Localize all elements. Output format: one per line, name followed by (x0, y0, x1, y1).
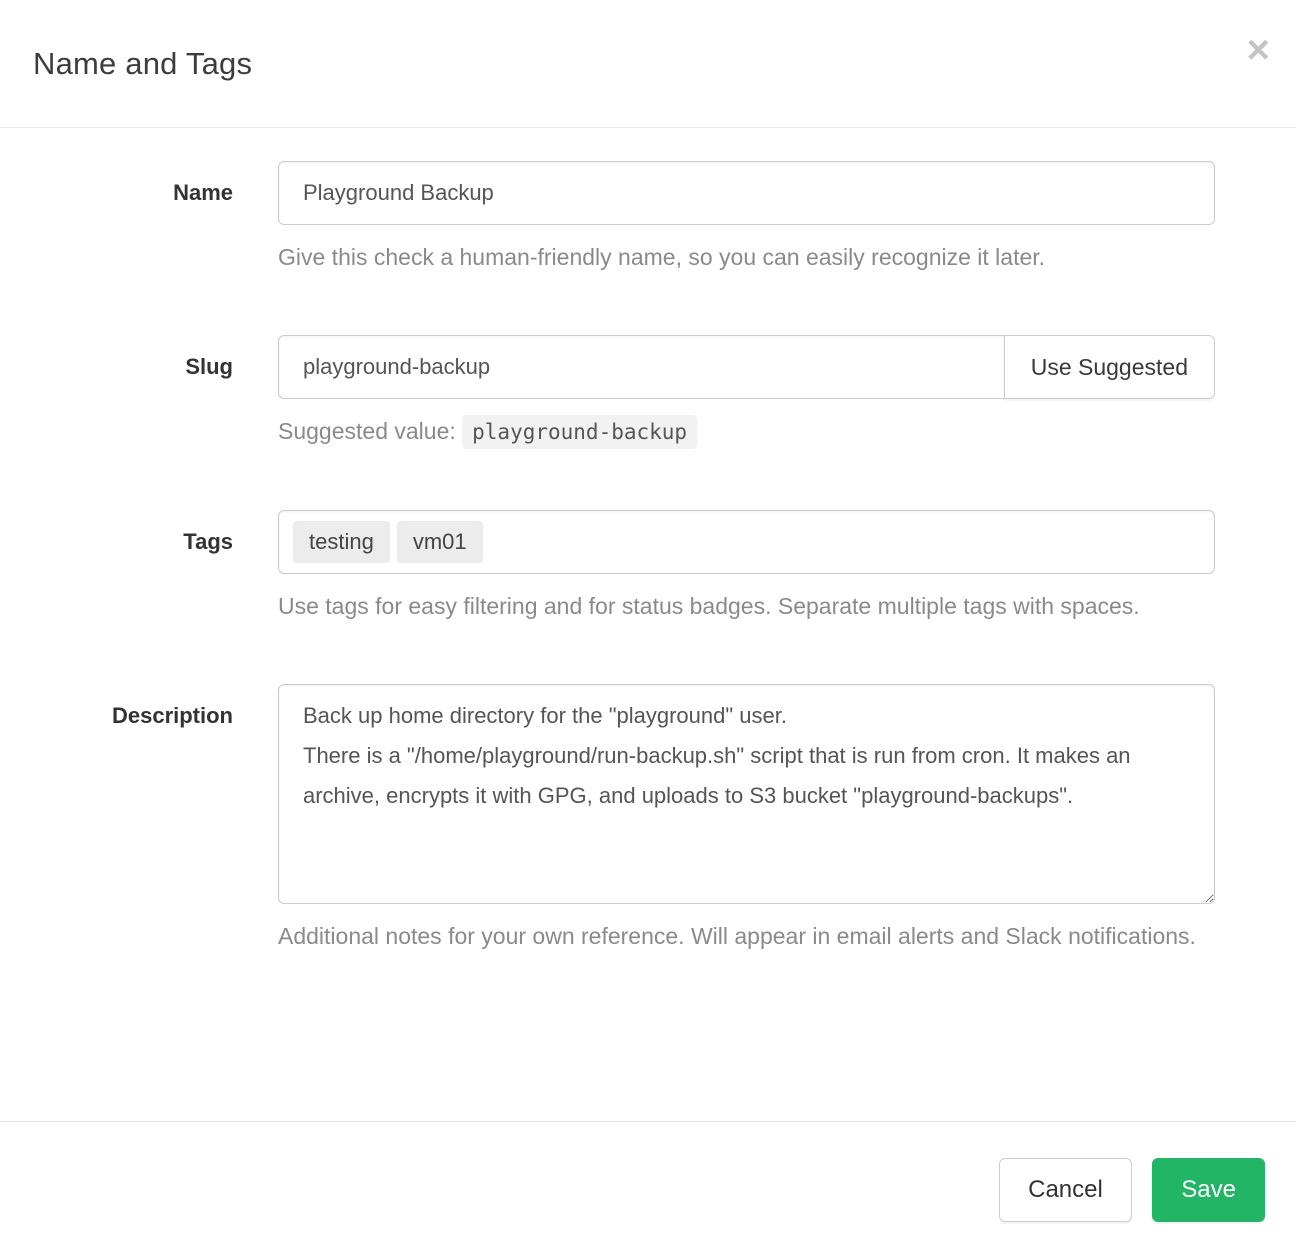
save-button[interactable]: Save (1152, 1158, 1265, 1222)
name-form-group: Name Give this check a human-friendly na… (33, 161, 1215, 277)
description-form-group: Description Back up home directory for t… (33, 684, 1215, 956)
tags-form-group: Tags testing vm01 Use tags for easy filt… (33, 510, 1215, 626)
tag-chip-testing[interactable]: testing (293, 521, 390, 563)
slug-controls: Use Suggested Suggested value: playgroun… (278, 335, 1215, 452)
dialog-header: Name and Tags × (0, 0, 1296, 128)
dialog-title: Name and Tags (33, 46, 1263, 82)
slug-form-group: Slug Use Suggested Suggested value: play… (33, 335, 1215, 452)
description-textarea[interactable]: Back up home directory for the "playgrou… (278, 684, 1215, 904)
slug-label: Slug (33, 335, 278, 382)
slug-help-text: Suggested value: playground-backup (278, 411, 1215, 452)
name-and-tags-dialog: Name and Tags × Name Give this check a h… (0, 0, 1296, 1254)
description-help-text: Additional notes for your own reference.… (278, 916, 1215, 956)
suggested-value-code: playground-backup (462, 415, 697, 449)
tags-controls: testing vm01 Use tags for easy filtering… (278, 510, 1215, 626)
name-help-text: Give this check a human-friendly name, s… (278, 237, 1215, 277)
suggested-value-prefix: Suggested value: (278, 418, 462, 444)
name-label: Name (33, 161, 278, 208)
name-input[interactable] (278, 161, 1215, 225)
tags-help-text: Use tags for easy filtering and for stat… (278, 586, 1215, 626)
slug-input[interactable] (278, 335, 1005, 399)
description-label: Description (33, 684, 278, 731)
tags-label: Tags (33, 510, 278, 557)
dialog-footer: Cancel Save (0, 1121, 1296, 1254)
tag-chip-vm01[interactable]: vm01 (397, 521, 483, 563)
dialog-body: Name Give this check a human-friendly na… (0, 128, 1296, 1121)
use-suggested-button[interactable]: Use Suggested (1004, 335, 1215, 399)
cancel-button[interactable]: Cancel (999, 1158, 1132, 1222)
close-icon[interactable]: × (1247, 30, 1270, 70)
slug-input-group: Use Suggested (278, 335, 1215, 399)
name-controls: Give this check a human-friendly name, s… (278, 161, 1215, 277)
tags-input[interactable]: testing vm01 (278, 510, 1215, 574)
description-controls: Back up home directory for the "playgrou… (278, 684, 1215, 956)
